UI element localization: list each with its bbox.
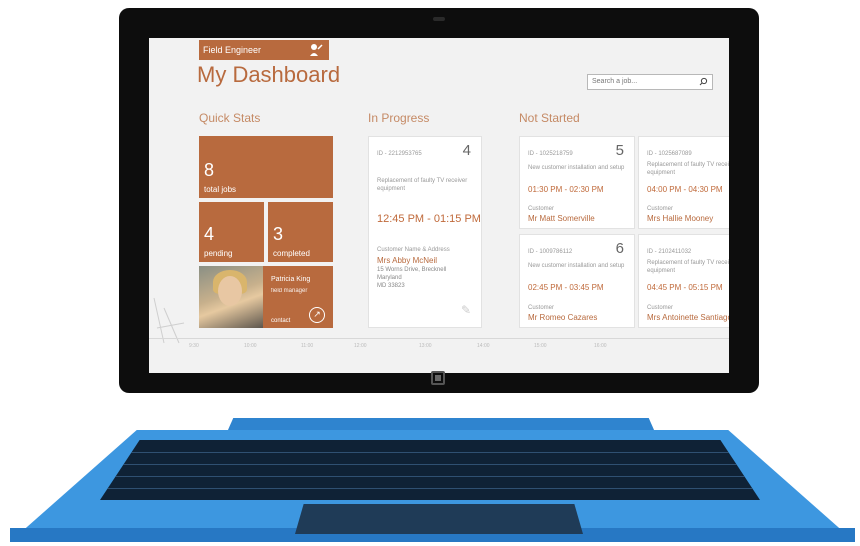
timeline[interactable]: 9:30 10:00 11:00 12:00 13:00 14:00 15:00…	[149, 338, 729, 368]
completed-label: completed	[273, 249, 310, 258]
customer-name: Mrs Hallie Mooney	[647, 214, 714, 223]
job-time: 04:45 PM - 05:15 PM	[647, 283, 723, 292]
customer-label: Customer Name & Address	[377, 247, 450, 253]
job-time: 02:45 PM - 03:45 PM	[528, 283, 604, 292]
job-id: ID - 1009786112	[528, 249, 573, 255]
arrow-up-right-icon[interactable]: ↗	[309, 307, 325, 323]
completed-value: 3	[273, 224, 284, 244]
contact-label[interactable]: contact	[271, 318, 290, 324]
section-in-progress: In Progress	[368, 111, 430, 125]
job-id: ID - 2102411032	[647, 249, 692, 255]
customer-label: Customer	[647, 206, 674, 212]
job-description: Replacement of faulty TV receiver equipm…	[647, 162, 729, 176]
timeline-tick: 16:00	[594, 343, 607, 349]
customer-address: 15 Worns Drive, Brecknell Maryland MD 33…	[377, 267, 447, 289]
customer-label: Customer	[528, 206, 555, 212]
job-number: 6	[615, 240, 624, 257]
timeline-tick: 12:00	[354, 343, 367, 349]
in-progress-job-card[interactable]: ID - 2212953765 4 Replacement of faulty …	[368, 136, 482, 328]
windows-home-button[interactable]	[431, 371, 445, 385]
job-card[interactable]: ID - 2102411032 Replacement of faulty TV…	[638, 234, 729, 328]
section-not-started: Not Started	[519, 111, 580, 125]
keyboard-keys	[100, 440, 760, 500]
pending-value: 4	[204, 224, 215, 244]
tablet-device: Field Engineer My Dashboard Search a job…	[119, 8, 759, 393]
timeline-tick: 14:00	[477, 343, 490, 349]
pencil-icon[interactable]: ✎	[461, 303, 471, 317]
timeline-tick: 10:00	[244, 343, 257, 349]
manager-tile[interactable]: Patricia King field manager contact ↗	[199, 266, 333, 328]
job-card[interactable]: ID - 1025687089 Replacement of faulty TV…	[638, 136, 729, 229]
timeline-tick: 15:00	[534, 343, 547, 349]
page-title: My Dashboard	[197, 62, 341, 87]
job-description: New customer installation and setup	[528, 263, 625, 269]
total-jobs-label: total jobs	[204, 185, 237, 194]
customer-name: Mrs Antoinette Santiago	[647, 313, 729, 322]
job-number: 4	[462, 142, 471, 159]
pending-tile[interactable]: 4 pending	[199, 202, 264, 262]
search-icon[interactable]	[699, 77, 708, 88]
timeline-tick: 13:00	[419, 343, 432, 349]
manager-role: field manager	[271, 288, 308, 294]
job-time: 12:45 PM - 01:15 PM	[377, 213, 481, 225]
section-quick-stats: Quick Stats	[199, 111, 261, 125]
customer-name: Mrs Abby McNeil	[377, 256, 438, 265]
customer-name: Mr Matt Somerville	[528, 214, 595, 223]
job-id: ID - 1025687089	[647, 151, 692, 157]
app-name: Field Engineer	[203, 45, 262, 55]
job-id: ID - 1025218759	[528, 151, 573, 157]
job-number: 5	[615, 142, 624, 159]
job-time: 01:30 PM - 02:30 PM	[528, 185, 604, 194]
pending-label: pending	[204, 249, 233, 258]
trackpad	[295, 504, 583, 534]
camera	[433, 17, 445, 21]
total-jobs-value: 8	[204, 160, 215, 180]
total-jobs-tile[interactable]: 8 total jobs	[199, 136, 333, 198]
job-card[interactable]: ID - 1025218759 5 New customer installat…	[519, 136, 635, 229]
search-input[interactable]: Search a job...	[587, 74, 713, 90]
job-description: Replacement of faulty TV receiver equipm…	[377, 178, 468, 192]
timeline-tick: 9:30	[189, 343, 199, 349]
avatar	[199, 266, 263, 328]
screen: Field Engineer My Dashboard Search a job…	[149, 38, 729, 373]
customer-label: Customer	[528, 305, 555, 311]
app-name-tag[interactable]: Field Engineer	[199, 40, 329, 60]
customer-label: Customer	[647, 305, 674, 311]
completed-tile[interactable]: 3 completed	[268, 202, 333, 262]
customer-name: Mr Romeo Cazares	[528, 313, 598, 322]
job-card[interactable]: ID - 1009786112 6 New customer installat…	[519, 234, 635, 328]
manager-name: Patricia King	[271, 276, 311, 283]
job-time: 04:00 PM - 04:30 PM	[647, 185, 723, 194]
search-placeholder: Search a job...	[592, 78, 638, 85]
job-description: New customer installation and setup	[528, 165, 625, 171]
timeline-tick: 11:00	[301, 343, 314, 349]
job-id: ID - 2212953765	[377, 151, 422, 157]
engineer-wrench-icon	[309, 43, 323, 57]
job-description: Replacement of faulty TV receiver equipm…	[647, 260, 729, 274]
